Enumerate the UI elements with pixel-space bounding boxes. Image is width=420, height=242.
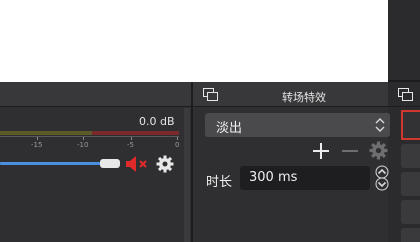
meter-tick-label: -5 bbox=[127, 141, 134, 149]
add-transition-icon[interactable] bbox=[312, 142, 330, 160]
mute-speaker-icon[interactable] bbox=[125, 155, 151, 173]
mixer-scrollbar[interactable] bbox=[184, 108, 190, 242]
control-button[interactable] bbox=[401, 172, 420, 196]
meter-tick bbox=[131, 137, 132, 140]
dock-title-bar bbox=[0, 82, 388, 106]
meter-bar-peak bbox=[92, 131, 179, 135]
meter-bar-safe bbox=[0, 131, 92, 135]
mixer-gear-icon[interactable] bbox=[156, 155, 174, 173]
remove-transition-icon[interactable] bbox=[341, 142, 359, 160]
meter-tick bbox=[83, 137, 84, 140]
volume-slider-handle[interactable] bbox=[100, 159, 120, 168]
transition-select-value: 淡出 bbox=[216, 121, 243, 136]
volume-db-readout: 0.0 dB bbox=[139, 115, 175, 128]
volume-slider-fill[interactable] bbox=[0, 162, 104, 165]
transition-settings-gear-icon[interactable] bbox=[369, 141, 388, 160]
duration-value: 300 ms bbox=[249, 170, 298, 185]
duration-label: 时长 bbox=[206, 175, 233, 190]
chevron-updown-icon[interactable] bbox=[372, 115, 388, 135]
panel-divider bbox=[388, 80, 420, 82]
meter-tick-label: -10 bbox=[77, 141, 89, 149]
transitions-panel-title: 转场特效 bbox=[282, 91, 326, 104]
active-control-button[interactable] bbox=[401, 110, 420, 140]
duration-stepper[interactable] bbox=[373, 165, 391, 191]
meter-tick-label: 0 bbox=[175, 141, 180, 149]
control-button[interactable] bbox=[401, 144, 420, 168]
meter-tick bbox=[37, 137, 38, 140]
meter-scale-line bbox=[0, 136, 179, 137]
meter-tick bbox=[177, 137, 178, 140]
meter-tick-label: -15 bbox=[31, 141, 43, 149]
preview-area bbox=[0, 0, 388, 80]
control-button[interactable] bbox=[401, 200, 420, 224]
control-button[interactable] bbox=[401, 228, 420, 242]
